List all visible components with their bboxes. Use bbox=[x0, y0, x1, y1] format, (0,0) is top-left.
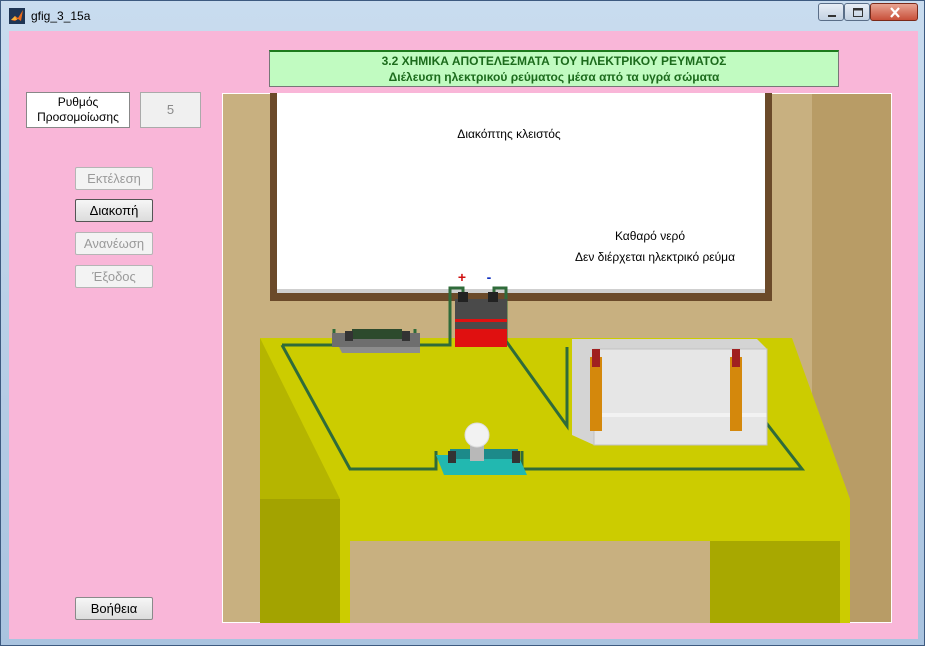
experiment-header: 3.2 ΧΗΜΙΚΑ ΑΠΟΤΕΛΕΣΜΑΤΑ ΤΟΥ ΗΛΕΚΤΡΙΚΟΥ Ρ… bbox=[269, 50, 839, 87]
maximize-icon bbox=[853, 8, 863, 17]
battery-plus: + bbox=[458, 269, 466, 285]
simulation-rate-label-line2: Προσομοίωσης bbox=[37, 110, 119, 124]
right-electrode bbox=[730, 357, 742, 431]
maximize-button[interactable] bbox=[844, 3, 870, 21]
switch bbox=[332, 329, 420, 353]
simulation-scene: Διακόπτης κλειστός Καθαρό νερό Δεν διέρχ… bbox=[222, 93, 892, 623]
header-title: 3.2 ΧΗΜΙΚΑ ΑΠΟΤΕΛΕΣΜΑΤΑ ΤΟΥ ΗΛΕΚΤΡΙΚΟΥ Ρ… bbox=[381, 54, 727, 68]
refresh-button[interactable]: Ανανέωση bbox=[75, 232, 153, 255]
simulation-rate-field[interactable]: 5 bbox=[140, 92, 201, 128]
liquid-label: Καθαρό νερό bbox=[615, 229, 685, 243]
title-bar[interactable]: gfig_3_15a bbox=[1, 1, 924, 31]
simulation-rate-label-line1: Ρυθμός bbox=[57, 95, 99, 109]
electrolysis-tank bbox=[572, 339, 768, 446]
close-icon bbox=[890, 7, 900, 18]
close-button[interactable] bbox=[870, 3, 918, 21]
exit-button[interactable]: Έξοδος bbox=[75, 265, 153, 288]
left-electrode bbox=[590, 357, 602, 431]
stop-button[interactable]: Διακοπή bbox=[75, 199, 153, 222]
matlab-icon bbox=[9, 8, 25, 24]
battery-minus: - bbox=[487, 269, 492, 285]
minimize-icon bbox=[828, 15, 836, 17]
help-button[interactable]: Βοήθεια bbox=[75, 597, 153, 620]
switch-status-text: Διακόπτης κλειστός bbox=[457, 127, 561, 141]
minimize-button[interactable] bbox=[818, 3, 844, 21]
window-title: gfig_3_15a bbox=[31, 9, 91, 23]
run-button[interactable]: Εκτέλεση bbox=[75, 167, 153, 190]
header-subtitle: Διέλευση ηλεκτρικού ρεύματος μέσα από τα… bbox=[388, 70, 720, 84]
current-status-text: Δεν διέρχεται ηλεκτρικό ρεύμα bbox=[575, 250, 735, 264]
table-gap bbox=[350, 541, 710, 623]
simulation-rate-label: Ρυθμός Προσομοίωσης bbox=[26, 92, 130, 128]
